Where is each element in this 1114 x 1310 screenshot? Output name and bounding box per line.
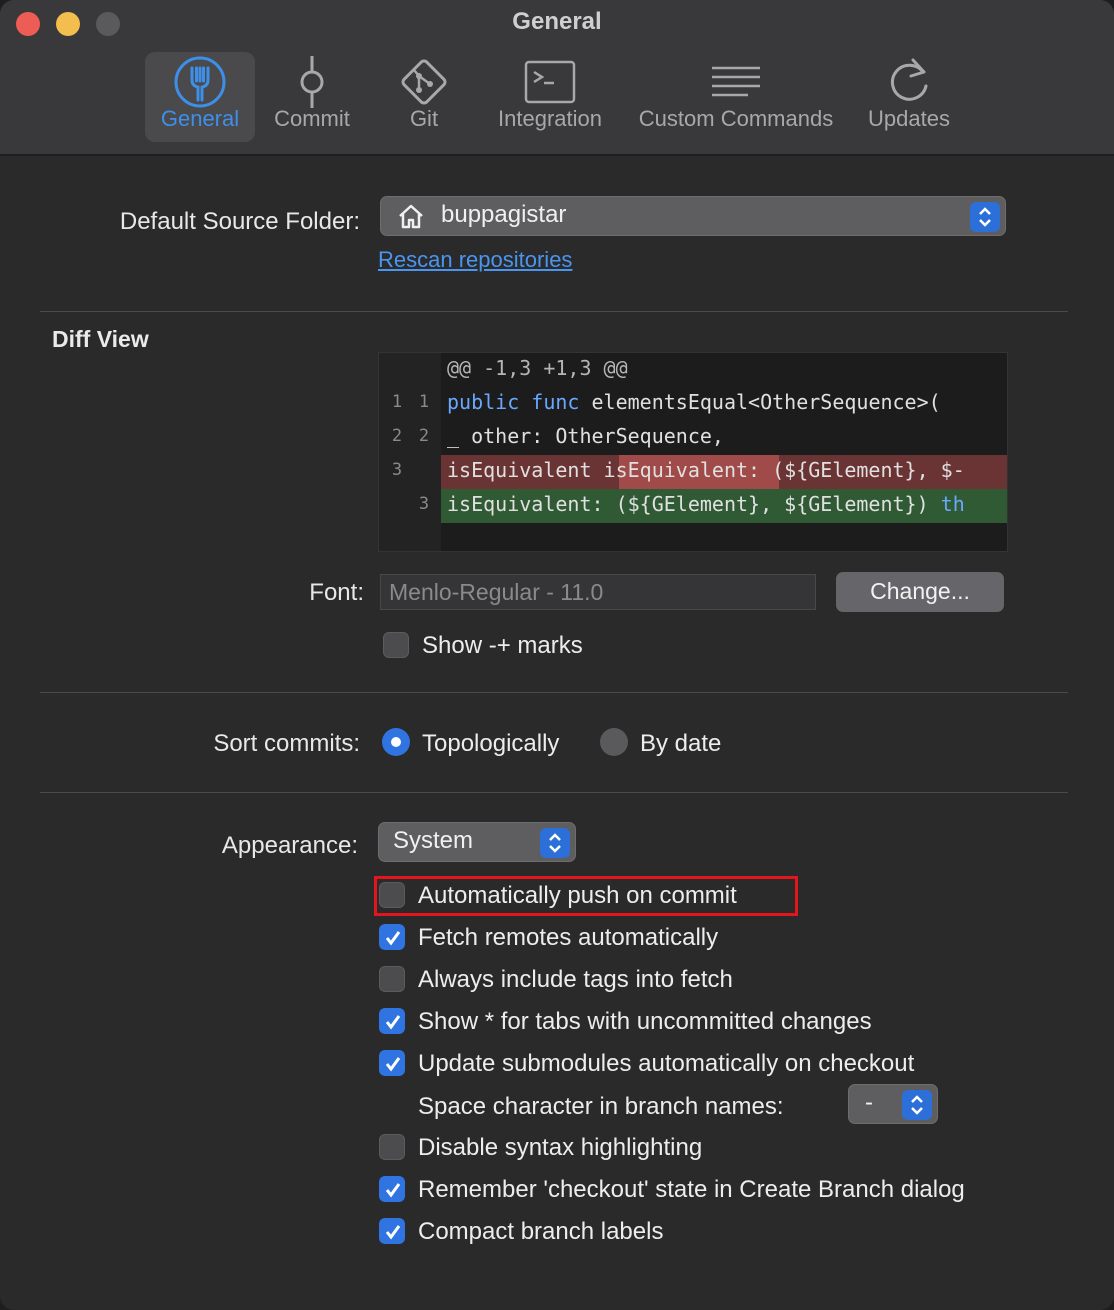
window-title: General: [512, 8, 602, 35]
sort-by-date-label: By date: [640, 730, 722, 757]
tab-commit[interactable]: Commit: [262, 52, 362, 142]
old-line-number: 3: [391, 460, 403, 480]
tab-general-label: General: [160, 106, 240, 131]
home-icon: [399, 204, 423, 229]
diff-code-text: elementsEqual<OtherSequence>(: [579, 390, 941, 414]
git-icon: [401, 59, 447, 105]
rescan-repositories-link[interactable]: Rescan repositories: [378, 247, 572, 273]
fork-icon: [174, 56, 226, 108]
space-char-value: -: [865, 1089, 873, 1116]
diff-code: isEquivalent: (${GElement}, ${GElement})…: [447, 492, 965, 516]
update-submodules-checkbox[interactable]: [379, 1050, 405, 1076]
chevron-updown-icon: [540, 828, 570, 858]
remember-checkout-label: Remember 'checkout' state in Create Bran…: [418, 1176, 965, 1203]
checkmark-icon: [385, 1057, 401, 1072]
old-line-number: 2: [391, 426, 403, 446]
divider: [40, 792, 1068, 793]
sort-topologically-label: Topologically: [422, 730, 560, 757]
lines-icon: [712, 66, 760, 97]
include-tags-label: Always include tags into fetch: [418, 966, 733, 993]
checkmark-icon: [385, 1225, 401, 1240]
compact-labels-label: Compact branch labels: [418, 1218, 664, 1245]
tab-updates[interactable]: Updates: [860, 52, 958, 142]
source-folder-label: Default Source Folder:: [119, 208, 360, 235]
appearance-value: System: [393, 827, 474, 854]
tab-integration-label: Integration: [498, 106, 602, 131]
source-folder-select[interactable]: buppagistar: [380, 196, 1006, 236]
sort-by-date-radio[interactable]: [600, 728, 628, 756]
fetch-remotes-label: Fetch remotes automatically: [418, 924, 719, 951]
title-bar: General General Commit Git Integration C…: [0, 0, 1114, 156]
show-marks-checkbox[interactable]: [383, 632, 409, 658]
tab-integration[interactable]: Integration: [490, 52, 610, 142]
general-preferences-pane: Default Source Folder: buppagistar Resca…: [0, 158, 1114, 1310]
diff-code-text: _ other: OtherSequence,: [447, 424, 724, 448]
diff-view-heading: Diff View: [52, 326, 149, 352]
commit-icon: [300, 56, 324, 108]
chevron-updown-icon: [970, 202, 1000, 232]
auto-push-checkbox[interactable]: [379, 882, 405, 908]
tab-custom-commands[interactable]: Custom Commands: [630, 52, 842, 142]
sort-commits-label: Sort commits:: [213, 730, 360, 757]
diff-line: 1 1 public func elementsEqual<OtherSeque…: [379, 387, 1007, 421]
font-label: Font:: [309, 579, 364, 606]
font-field: [380, 574, 816, 610]
tab-commit-label: Commit: [274, 106, 350, 131]
show-asterisk-label: Show * for tabs with uncommitted changes: [418, 1008, 872, 1035]
tab-updates-label: Updates: [868, 106, 950, 131]
tab-custom-commands-label: Custom Commands: [638, 106, 834, 131]
disable-syntax-checkbox[interactable]: [379, 1134, 405, 1160]
checkmark-icon: [385, 1183, 401, 1198]
disable-syntax-label: Disable syntax highlighting: [418, 1134, 703, 1161]
source-folder-value: buppagistar: [441, 201, 567, 228]
appearance-select[interactable]: System: [378, 822, 576, 862]
terminal-icon: [524, 60, 576, 104]
fetch-remotes-checkbox[interactable]: [379, 924, 405, 950]
diff-code: public func elementsEqual<OtherSequence>…: [447, 390, 941, 414]
old-line-number: 1: [391, 392, 403, 412]
new-line-number: 1: [418, 392, 430, 412]
tab-general[interactable]: General: [145, 52, 255, 142]
diff-line: @@ -1,3 +1,3 @@: [379, 353, 1007, 387]
divider: [40, 311, 1068, 312]
remember-checkout-checkbox[interactable]: [379, 1176, 405, 1202]
checkmark-icon: [385, 1015, 401, 1030]
auto-push-label: Automatically push on commit: [418, 882, 737, 909]
diff-keyword: public func: [447, 390, 580, 414]
preferences-window: General General Commit Git Integration C…: [0, 0, 1114, 1310]
divider: [40, 692, 1068, 693]
include-tags-checkbox[interactable]: [379, 966, 405, 992]
compact-labels-checkbox[interactable]: [379, 1218, 405, 1244]
font-input: [381, 575, 815, 609]
appearance-label: Appearance:: [221, 832, 358, 859]
diff-code-text: isEquivalent isEquivalent: (${GElement},…: [447, 458, 965, 482]
diff-line-added: 3 isEquivalent: (${GElement}, ${GElement…: [379, 489, 1007, 523]
new-line-number: 2: [418, 426, 430, 446]
tab-git-label: Git: [409, 106, 439, 131]
diff-line-deleted: 3 isEquivalent isEquivalent: (${GElement…: [379, 455, 1007, 489]
space-char-label: Space character in branch names:: [418, 1093, 784, 1120]
tab-git[interactable]: Git: [382, 52, 466, 142]
sort-topologically-radio[interactable]: [382, 728, 410, 756]
checkmark-icon: [385, 931, 401, 946]
space-char-select[interactable]: -: [848, 1084, 938, 1124]
chevron-updown-icon: [902, 1090, 932, 1120]
new-line-number: 3: [418, 494, 430, 514]
show-asterisk-checkbox[interactable]: [379, 1008, 405, 1034]
diff-keyword: th: [940, 492, 965, 516]
diff-hunk-header: @@ -1,3 +1,3 @@: [447, 356, 628, 380]
diff-code-text: isEquivalent: (${GElement}, ${GElement}): [447, 492, 941, 516]
diff-line: 2 2 _ other: OtherSequence,: [379, 421, 1007, 455]
refresh-icon: [890, 58, 928, 101]
show-marks-label: Show -+ marks: [422, 632, 583, 659]
update-submodules-label: Update submodules automatically on check…: [418, 1050, 915, 1077]
diff-preview: @@ -1,3 +1,3 @@ 1 1 public func elements…: [378, 352, 1008, 552]
change-font-button[interactable]: Change...: [836, 572, 1004, 612]
